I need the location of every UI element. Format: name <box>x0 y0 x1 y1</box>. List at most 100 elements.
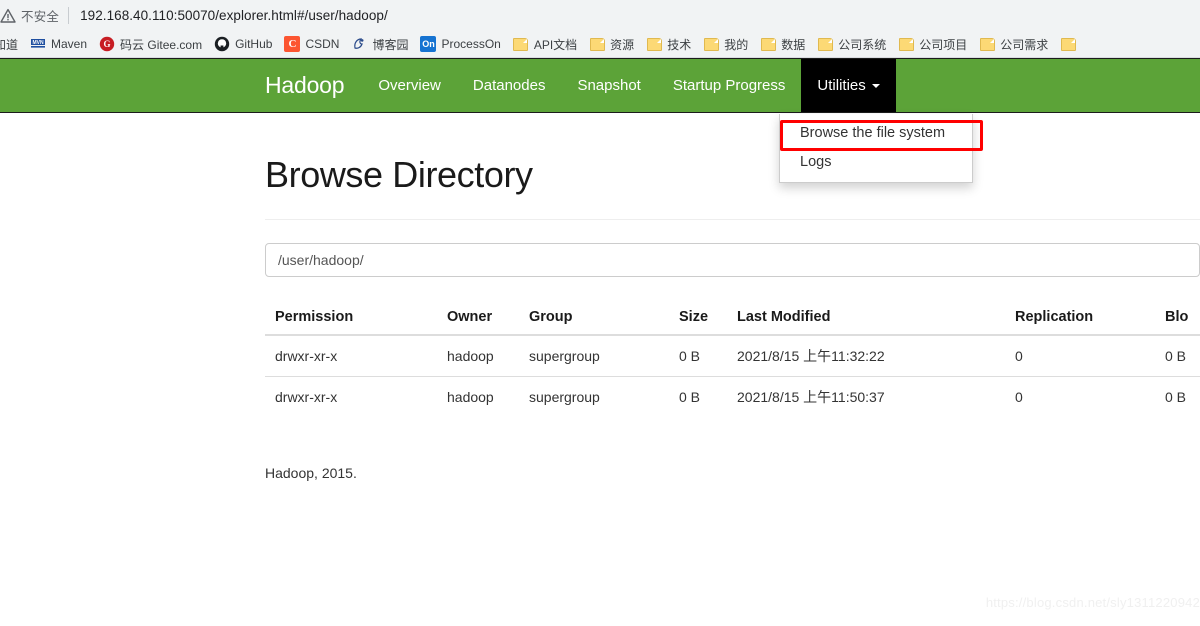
cell-size: 0 B <box>669 334 727 377</box>
bookmark-label: 我的 <box>724 37 749 52</box>
cell-replication: 0 <box>1005 376 1155 417</box>
maven-icon: MVN <box>30 36 46 52</box>
bookmark-item[interactable]: API文档 <box>507 33 583 55</box>
table-row[interactable]: drwxr-xr-x hadoop supergroup 0 B 2021/8/15 上… <box>265 376 1200 417</box>
bookmark-item[interactable]: 公司需求 <box>973 33 1054 55</box>
cell-last-modified: 2021/8/15 上午11:32:22 <box>727 334 1005 377</box>
folder-icon <box>1060 36 1076 52</box>
bookmark-item[interactable]: 数据 <box>754 33 811 55</box>
bookmark-label: 资源 <box>610 37 635 52</box>
gitee-icon: G <box>99 36 115 52</box>
csdn-watermark: https://blog.csdn.net/sly1311220942 <box>985 595 1200 610</box>
bookmark-label: 技术 <box>667 37 692 52</box>
bookmark-label: 知道 <box>0 37 19 52</box>
column-header-size[interactable]: Size <box>669 301 727 336</box>
cell-last-modified: 2021/8/15 上午11:50:37 <box>727 376 1005 417</box>
column-header-permission[interactable]: Permission <box>265 301 437 336</box>
cell-owner: hadoop <box>437 334 519 377</box>
column-header-last-modified[interactable]: Last Modified <box>727 301 1005 336</box>
security-label: 不安全 <box>21 10 60 24</box>
cell-group: supergroup <box>519 376 669 417</box>
bookmark-item[interactable]: 公司系统 <box>811 33 892 55</box>
cell-size: 0 B <box>669 376 727 417</box>
bookmark-item[interactable]: 资源 <box>583 33 640 55</box>
cell-block-size: 0 B <box>1155 334 1200 377</box>
cell-block-size: 0 B <box>1155 376 1200 417</box>
bookmark-item[interactable]: MVN Maven <box>24 33 93 55</box>
bookmark-item[interactable]: G 码云 Gitee.com <box>93 33 208 55</box>
bookmark-label: API文档 <box>533 37 578 52</box>
bookmark-label: 码云 Gitee.com <box>120 37 203 52</box>
cell-replication: 0 <box>1005 334 1155 377</box>
page-title: Browse Directory <box>265 154 533 195</box>
table-row[interactable]: drwxr-xr-x hadoop supergroup 0 B 2021/8/15 上… <box>265 334 1200 377</box>
bookmark-label: 公司项目 <box>919 37 968 52</box>
table-header-row: Permission Owner Group Size Last Modifie… <box>265 301 1200 336</box>
browser-chrome: 不安全 192.168.40.110:50070/explorer.html#/… <box>0 0 1200 58</box>
table-body: drwxr-xr-x hadoop supergroup 0 B 2021/8/15 上… <box>265 334 1200 417</box>
bookmark-item[interactable]: GitHub <box>208 33 278 55</box>
cell-permission: drwxr-xr-x <box>265 334 437 377</box>
folder-icon <box>513 36 529 52</box>
bookmark-label: 公司需求 <box>1000 37 1049 52</box>
hadoop-navbar: Hadoop Overview Datanodes Snapshot Start… <box>0 58 1200 183</box>
warning-triangle-icon[interactable] <box>0 8 16 24</box>
path-input-wrapper <box>265 243 1200 277</box>
brand-hadoop[interactable]: Hadoop <box>265 59 362 112</box>
bookmark-item[interactable]: 我的 <box>697 33 754 55</box>
bookmark-label: CSDN <box>305 37 340 51</box>
bookmark-item[interactable]: 公司项目 <box>892 33 973 55</box>
bookmark-label: ProcessOn <box>441 37 501 51</box>
nav-link-utilities[interactable]: Utilities <box>801 59 896 112</box>
nav-link-overview[interactable]: Overview <box>362 59 457 112</box>
bookmark-label: 公司系统 <box>838 37 887 52</box>
cell-owner: hadoop <box>437 376 519 417</box>
url-text[interactable]: 192.168.40.110:50070/explorer.html#/user… <box>80 8 388 23</box>
nav-link-startup-progress[interactable]: Startup Progress <box>657 59 802 112</box>
column-header-block-size[interactable]: Blo <box>1155 301 1200 336</box>
column-header-replication[interactable]: Replication <box>1005 301 1155 336</box>
bookmark-item[interactable]: C CSDN <box>278 33 345 55</box>
nav-link-snapshot[interactable]: Snapshot <box>561 59 656 112</box>
folder-icon <box>979 36 995 52</box>
folder-icon <box>589 36 605 52</box>
table-header: Permission Owner Group Size Last Modifie… <box>265 301 1200 336</box>
bookmark-label: GitHub <box>235 37 273 51</box>
directory-path-input[interactable] <box>265 243 1200 277</box>
bookmark-item[interactable]: 知道 <box>0 33 24 55</box>
page-footer: Hadoop, 2015. <box>265 465 357 481</box>
utilities-dropdown-menu[interactable]: Browse the file system Logs <box>779 114 973 183</box>
svg-text:G: G <box>104 39 111 49</box>
bookmark-label: Maven <box>51 37 88 51</box>
column-header-owner[interactable]: Owner <box>437 301 519 336</box>
processon-icon: On <box>420 36 437 52</box>
folder-icon <box>703 36 719 52</box>
cnblogs-icon <box>351 36 367 52</box>
bookmark-item[interactable]: 博客园 <box>345 33 414 55</box>
cell-permission: drwxr-xr-x <box>265 376 437 417</box>
bookmark-item[interactable]: 技术 <box>640 33 697 55</box>
cell-group: supergroup <box>519 334 669 377</box>
column-header-group[interactable]: Group <box>519 301 669 336</box>
bookmark-label: 博客园 <box>372 37 409 52</box>
dropdown-item-logs[interactable]: Logs <box>780 148 972 177</box>
bookmark-item[interactable] <box>1054 33 1087 55</box>
page-content: Browse Directory Permission Owner Group … <box>0 113 1200 481</box>
bookmark-label: 数据 <box>781 37 806 52</box>
folder-icon <box>646 36 662 52</box>
omnibox[interactable]: 不安全 192.168.40.110:50070/explorer.html#/… <box>0 0 1200 31</box>
csdn-icon: C <box>284 36 301 52</box>
bookmarks-bar[interactable]: 知道 MVN Maven G 码云 Gitee.com GitHub C CSDN 博客园 On P… <box>0 31 1200 58</box>
folder-icon <box>898 36 914 52</box>
dropdown-item-browse-the-file-system[interactable]: Browse the file system <box>780 119 972 148</box>
omnibox-divider <box>68 7 70 24</box>
github-icon <box>214 36 230 52</box>
chevron-down-icon <box>871 83 880 88</box>
svg-text:MVN: MVN <box>32 40 44 46</box>
bookmark-item[interactable]: On ProcessOn <box>414 33 506 55</box>
folder-icon <box>817 36 833 52</box>
folder-icon <box>760 36 776 52</box>
nav-link-utilities-label: Utilities <box>817 77 866 94</box>
nav-link-datanodes[interactable]: Datanodes <box>457 59 562 112</box>
title-divider <box>265 219 1200 220</box>
